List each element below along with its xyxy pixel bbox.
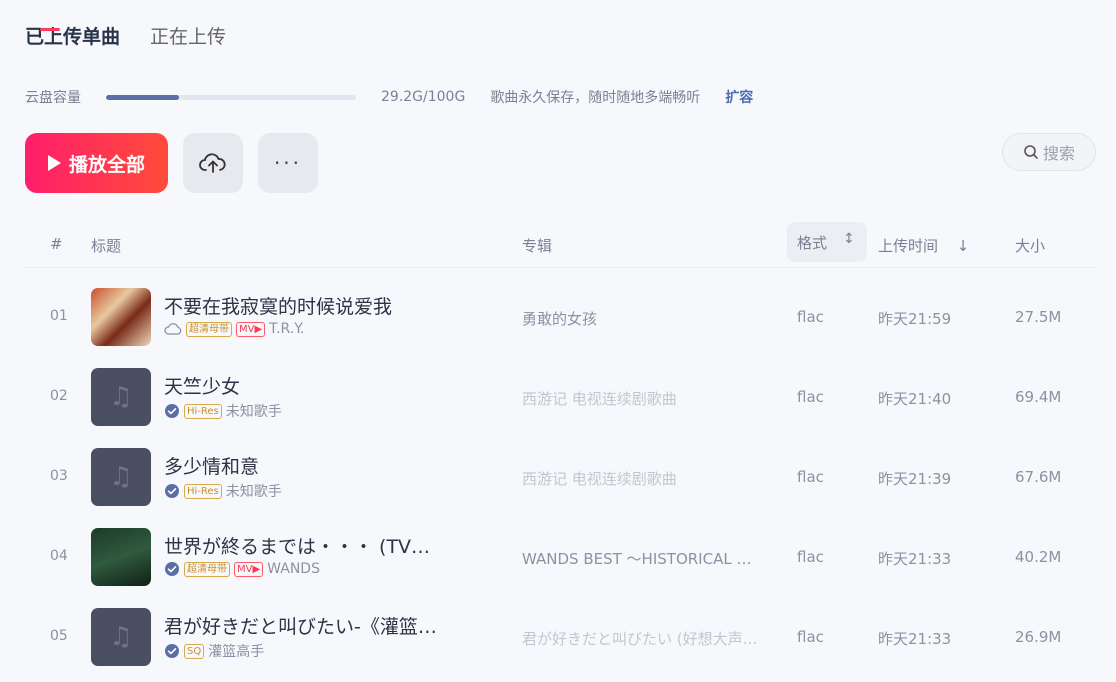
tab-uploading[interactable]: 正在上传 [150,22,226,49]
col-number: # [50,235,63,253]
quality-badge: Hi-Res [184,403,222,419]
song-album[interactable]: 君が好きだと叫びたい (好想大声… [522,628,767,649]
song-album[interactable]: 西游记 电视连续剧歌曲 [522,388,767,409]
song-album[interactable]: 勇敢的女孩 [522,308,767,329]
storage-usage: 29.2G/100G [381,89,466,105]
tab-uploaded-songs[interactable]: 已上传单曲 [25,22,120,49]
search-placeholder: 搜索 [1042,144,1075,163]
sort-desc-icon: ↓ [956,237,970,255]
song-title[interactable]: 世界が終るまでは・・・ (TV… [164,532,464,559]
search-icon [1024,145,1038,159]
song-title[interactable]: 君が好きだと叫びたい-《灌篮… [164,612,464,639]
col-upload-time-label: 上传时间 [878,237,939,255]
song-upload-time: 昨天21:33 [878,550,952,568]
col-album: 专辑 [522,237,553,255]
song-title[interactable]: 天竺少女 [164,372,464,399]
song-row[interactable]: 05 ♫ 君が好きだと叫びたい-《灌篮… SQ 灌篮高手 君が好きだと叫びたい … [25,598,1096,678]
upload-button[interactable] [183,133,243,193]
song-number: 05 [50,628,68,644]
album-cover[interactable] [91,288,151,346]
tab-bar: 已上传单曲 正在上传 [25,22,226,49]
format-sort-control[interactable]: 格式 ↕ [787,222,867,262]
song-album[interactable]: 西游记 电视连续剧歌曲 [522,468,767,489]
album-cover-placeholder[interactable]: ♫ [91,448,151,506]
song-meta: Hi-Res 未知歌手 [164,401,282,421]
quality-badge: Hi-Res [184,483,222,499]
song-row[interactable]: 02 ♫ 天竺少女 Hi-Res 未知歌手 西游记 电视连续剧歌曲 flac 昨… [25,358,1096,438]
song-format: flac [797,388,824,406]
storage-progress-bar [106,94,356,100]
song-number: 03 [50,468,68,484]
song-upload-time: 昨天21:59 [878,310,952,328]
play-all-label: 播放全部 [68,153,145,176]
music-note-icon: ♫ [109,622,133,652]
verified-check-icon [165,484,179,498]
song-artist[interactable]: 未知歌手 [226,401,282,421]
music-note-icon: ♫ [109,382,133,412]
song-format: flac [797,628,824,646]
song-artist[interactable]: 灌篮高手 [208,641,264,661]
song-format: flac [797,548,824,566]
song-format: flac [797,308,824,326]
verified-check-icon [165,562,179,576]
play-all-button[interactable]: 播放全部 [25,133,168,193]
cloud-storage-info: 云盘容量 29.2G/100G 歌曲永久保存，随时随地多端畅听 扩容 [25,87,753,107]
song-row[interactable]: 03 ♫ 多少情和意 Hi-Res 未知歌手 西游记 电视连续剧歌曲 flac … [25,438,1096,518]
song-title[interactable]: 不要在我寂寞的时候说爱我 [164,292,464,319]
song-meta: 超清母带 MV▶ WANDS [164,561,320,577]
quality-badge: 超清母带 [184,561,230,577]
sort-both-icon: ↕ [843,231,855,247]
mv-badge[interactable]: MV▶ [236,321,266,337]
song-number: 01 [50,308,68,324]
music-note-icon: ♫ [109,462,133,492]
storage-progress-fill [106,94,179,100]
song-row[interactable]: 04 世界が終るまでは・・・ (TV… 超清母带 MV▶ WANDS WANDS… [25,518,1096,598]
verified-check-icon [165,404,179,418]
search-input[interactable]: 搜索 [1002,133,1096,171]
more-dots-icon: ··· [273,151,303,175]
song-row[interactable]: 01 不要在我寂寞的时候说爱我 超清母带 MV▶ T.R.Y. 勇敢的女孩 fl… [25,278,1096,358]
cloud-upload-icon [199,153,226,173]
song-upload-time: 昨天21:39 [878,470,952,488]
col-size: 大小 [1015,237,1046,255]
active-tab-indicator [40,28,60,31]
song-table-header: # 标题 专辑 格式 ↕ 上传时间 ↓ 大小 [25,222,1096,268]
play-icon [47,155,61,171]
song-meta: Hi-Res 未知歌手 [164,481,282,501]
song-upload-time: 昨天21:40 [878,390,952,408]
album-cover-placeholder[interactable]: ♫ [91,608,151,666]
song-size: 67.6M [1015,468,1062,486]
song-artist[interactable]: 未知歌手 [226,481,282,501]
song-meta: 超清母带 MV▶ T.R.Y. [164,321,304,337]
mv-badge[interactable]: MV▶ [234,561,264,577]
expand-storage-link[interactable]: 扩容 [725,87,753,107]
album-cover[interactable] [91,528,151,586]
song-meta: SQ 灌篮高手 [164,641,264,661]
song-number: 02 [50,388,68,404]
song-format: flac [797,468,824,486]
verified-check-icon [165,644,179,658]
storage-label: 云盘容量 [25,90,81,106]
song-upload-time: 昨天21:33 [878,630,952,648]
song-size: 26.9M [1015,628,1062,646]
col-title: 标题 [91,237,122,255]
song-size: 27.5M [1015,308,1062,326]
cloud-icon [164,323,182,335]
col-upload-time[interactable]: 上传时间 ↓ [878,235,969,256]
song-size: 69.4M [1015,388,1062,406]
song-album[interactable]: WANDS BEST ～HISTORICAL … [522,548,767,569]
col-format: 格式 [797,234,828,252]
quality-badge: SQ [184,643,205,659]
song-size: 40.2M [1015,548,1062,566]
storage-description: 歌曲永久保存，随时随地多端畅听 [490,90,701,106]
song-artist[interactable]: T.R.Y. [269,321,304,337]
song-artist[interactable]: WANDS [267,561,320,577]
quality-badge: 超清母带 [186,321,232,337]
album-cover-placeholder[interactable]: ♫ [91,368,151,426]
more-button[interactable]: ··· [258,133,318,193]
song-title[interactable]: 多少情和意 [164,452,464,479]
song-number: 04 [50,548,68,564]
